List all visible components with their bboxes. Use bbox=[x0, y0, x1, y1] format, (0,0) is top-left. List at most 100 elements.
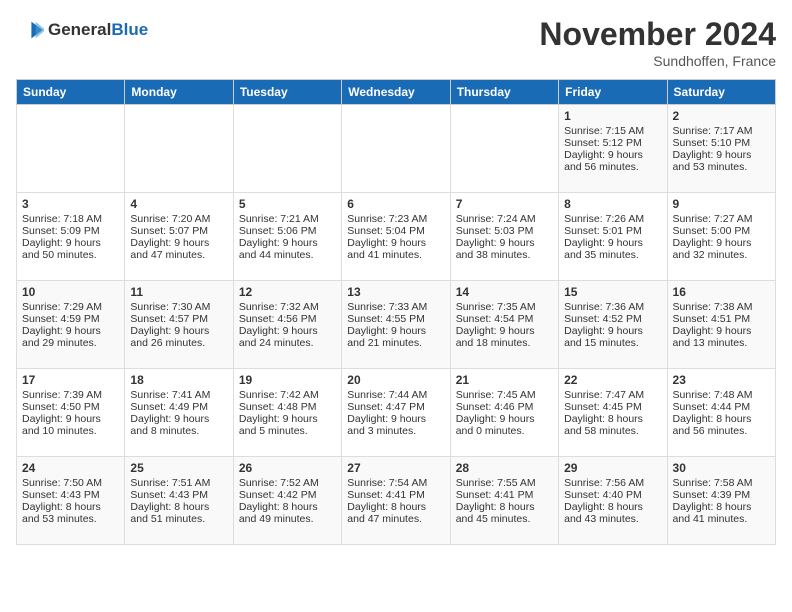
day-info: Sunrise: 7:52 AM bbox=[239, 477, 336, 489]
day-info: Sunset: 4:57 PM bbox=[130, 313, 227, 325]
day-number: 16 bbox=[673, 285, 770, 299]
calendar-cell: 1 Sunrise: 7:15 AMSunset: 5:12 PMDaylight… bbox=[559, 105, 667, 193]
day-number: 24 bbox=[22, 461, 119, 475]
day-number: 2 bbox=[673, 109, 770, 123]
day-info: Sunrise: 7:20 AM bbox=[130, 213, 227, 225]
day-info: Daylight: 8 hours and 43 minutes. bbox=[564, 501, 661, 525]
calendar-cell: 19Sunrise: 7:42 AMSunset: 4:48 PMDayligh… bbox=[233, 369, 341, 457]
day-info: Sunset: 4:42 PM bbox=[239, 489, 336, 501]
day-header-monday: Monday bbox=[125, 80, 233, 105]
day-header-friday: Friday bbox=[559, 80, 667, 105]
calendar-cell: 26 Sunrise: 7:52 AMSunset: 4:42 PMDayligh… bbox=[233, 457, 341, 545]
day-info: Daylight: 9 hours and 3 minutes. bbox=[347, 413, 444, 437]
day-number: 15 bbox=[564, 285, 661, 299]
calendar-cell: 23Sunrise: 7:48 AMSunset: 4:44 PMDayligh… bbox=[667, 369, 775, 457]
day-info: Daylight: 9 hours and 15 minutes. bbox=[564, 325, 661, 349]
calendar-cell: 22Sunrise: 7:47 AMSunset: 4:45 PMDayligh… bbox=[559, 369, 667, 457]
day-info: Daylight: 9 hours and 18 minutes. bbox=[456, 325, 553, 349]
day-info: Sunset: 4:41 PM bbox=[347, 489, 444, 501]
day-info: Sunrise: 7:47 AM bbox=[564, 389, 661, 401]
day-info: Sunset: 4:39 PM bbox=[673, 489, 770, 501]
calendar-cell: 21Sunrise: 7:45 AMSunset: 4:46 PMDayligh… bbox=[450, 369, 558, 457]
day-info: Sunrise: 7:45 AM bbox=[456, 389, 553, 401]
day-info: Sunset: 4:41 PM bbox=[456, 489, 553, 501]
day-info: Daylight: 9 hours and 21 minutes. bbox=[347, 325, 444, 349]
day-number: 6 bbox=[347, 197, 444, 211]
calendar-cell: 4Sunrise: 7:20 AMSunset: 5:07 PMDaylight… bbox=[125, 193, 233, 281]
day-number: 27 bbox=[347, 461, 444, 475]
day-info: Sunrise: 7:21 AM bbox=[239, 213, 336, 225]
day-info: Sunrise: 7:35 AM bbox=[456, 301, 553, 313]
day-info: Daylight: 8 hours and 53 minutes. bbox=[22, 501, 119, 525]
calendar-cell: 8Sunrise: 7:26 AMSunset: 5:01 PMDaylight… bbox=[559, 193, 667, 281]
day-info: Sunset: 5:07 PM bbox=[130, 225, 227, 237]
day-info: Sunset: 4:47 PM bbox=[347, 401, 444, 413]
day-number: 17 bbox=[22, 373, 119, 387]
title-block: November 2024 Sundhoffen, France bbox=[539, 16, 776, 69]
day-number: 10 bbox=[22, 285, 119, 299]
calendar-cell: 28Sunrise: 7:55 AMSunset: 4:41 PMDayligh… bbox=[450, 457, 558, 545]
calendar-cell: 15Sunrise: 7:36 AMSunset: 4:52 PMDayligh… bbox=[559, 281, 667, 369]
day-header-sunday: Sunday bbox=[17, 80, 125, 105]
day-number: 26 bbox=[239, 461, 336, 475]
day-number: 30 bbox=[673, 461, 770, 475]
day-info: Sunset: 4:40 PM bbox=[564, 489, 661, 501]
day-info: Sunrise: 7:15 AM bbox=[564, 125, 661, 137]
day-number: 28 bbox=[456, 461, 553, 475]
day-info: Sunrise: 7:18 AM bbox=[22, 213, 119, 225]
calendar-cell: 30Sunrise: 7:58 AMSunset: 4:39 PMDayligh… bbox=[667, 457, 775, 545]
day-info: Sunset: 4:43 PM bbox=[22, 489, 119, 501]
calendar-cell: 10Sunrise: 7:29 AMSunset: 4:59 PMDayligh… bbox=[17, 281, 125, 369]
calendar-cell: 18Sunrise: 7:41 AMSunset: 4:49 PMDayligh… bbox=[125, 369, 233, 457]
day-info: Sunset: 5:00 PM bbox=[673, 225, 770, 237]
day-number: 1 bbox=[564, 109, 661, 123]
day-number: 9 bbox=[673, 197, 770, 211]
day-info: Daylight: 9 hours and 50 minutes. bbox=[22, 237, 119, 261]
day-info: Sunrise: 7:26 AM bbox=[564, 213, 661, 225]
day-info: Daylight: 9 hours and 26 minutes. bbox=[130, 325, 227, 349]
day-info: Daylight: 8 hours and 49 minutes. bbox=[239, 501, 336, 525]
day-info: Sunrise: 7:44 AM bbox=[347, 389, 444, 401]
day-info: Daylight: 9 hours and 56 minutes. bbox=[564, 149, 661, 173]
calendar-cell: 7Sunrise: 7:24 AMSunset: 5:03 PMDaylight… bbox=[450, 193, 558, 281]
day-info: Sunrise: 7:24 AM bbox=[456, 213, 553, 225]
day-info: Daylight: 9 hours and 24 minutes. bbox=[239, 325, 336, 349]
logo: GeneralBlue bbox=[16, 16, 148, 44]
day-info: Sunset: 5:10 PM bbox=[673, 137, 770, 149]
day-info: Sunset: 4:55 PM bbox=[347, 313, 444, 325]
day-header-tuesday: Tuesday bbox=[233, 80, 341, 105]
location-subtitle: Sundhoffen, France bbox=[539, 53, 776, 69]
day-info: Sunrise: 7:23 AM bbox=[347, 213, 444, 225]
day-info: Sunrise: 7:27 AM bbox=[673, 213, 770, 225]
day-info: Sunset: 4:51 PM bbox=[673, 313, 770, 325]
calendar-cell bbox=[17, 105, 125, 193]
day-info: Sunset: 4:50 PM bbox=[22, 401, 119, 413]
calendar-cell: 3Sunrise: 7:18 AMSunset: 5:09 PMDaylight… bbox=[17, 193, 125, 281]
calendar-cell: 11Sunrise: 7:30 AMSunset: 4:57 PMDayligh… bbox=[125, 281, 233, 369]
day-info: Daylight: 9 hours and 47 minutes. bbox=[130, 237, 227, 261]
calendar-cell: 9Sunrise: 7:27 AMSunset: 5:00 PMDaylight… bbox=[667, 193, 775, 281]
calendar-cell: 25Sunrise: 7:51 AMSunset: 4:43 PMDayligh… bbox=[125, 457, 233, 545]
day-info: Sunrise: 7:50 AM bbox=[22, 477, 119, 489]
calendar-cell: 24 Sunrise: 7:50 AMSunset: 4:43 PMDayligh… bbox=[17, 457, 125, 545]
page-header: GeneralBlue November 2024 Sundhoffen, Fr… bbox=[16, 16, 776, 69]
day-info: Sunrise: 7:42 AM bbox=[239, 389, 336, 401]
logo-icon bbox=[16, 16, 44, 44]
day-info: Sunset: 4:49 PM bbox=[130, 401, 227, 413]
day-info: Daylight: 8 hours and 58 minutes. bbox=[564, 413, 661, 437]
day-number: 14 bbox=[456, 285, 553, 299]
day-number: 11 bbox=[130, 285, 227, 299]
day-info: Sunset: 5:01 PM bbox=[564, 225, 661, 237]
day-info: Sunset: 5:12 PM bbox=[564, 137, 661, 149]
calendar-cell: 27Sunrise: 7:54 AMSunset: 4:41 PMDayligh… bbox=[342, 457, 450, 545]
day-info: Sunrise: 7:48 AM bbox=[673, 389, 770, 401]
day-info: Sunrise: 7:38 AM bbox=[673, 301, 770, 313]
day-info: Sunset: 4:43 PM bbox=[130, 489, 227, 501]
day-info: Sunrise: 7:56 AM bbox=[564, 477, 661, 489]
day-info: Sunrise: 7:58 AM bbox=[673, 477, 770, 489]
day-info: Sunset: 4:54 PM bbox=[456, 313, 553, 325]
day-info: Daylight: 8 hours and 56 minutes. bbox=[673, 413, 770, 437]
day-header-wednesday: Wednesday bbox=[342, 80, 450, 105]
day-info: Sunset: 5:06 PM bbox=[239, 225, 336, 237]
day-number: 12 bbox=[239, 285, 336, 299]
